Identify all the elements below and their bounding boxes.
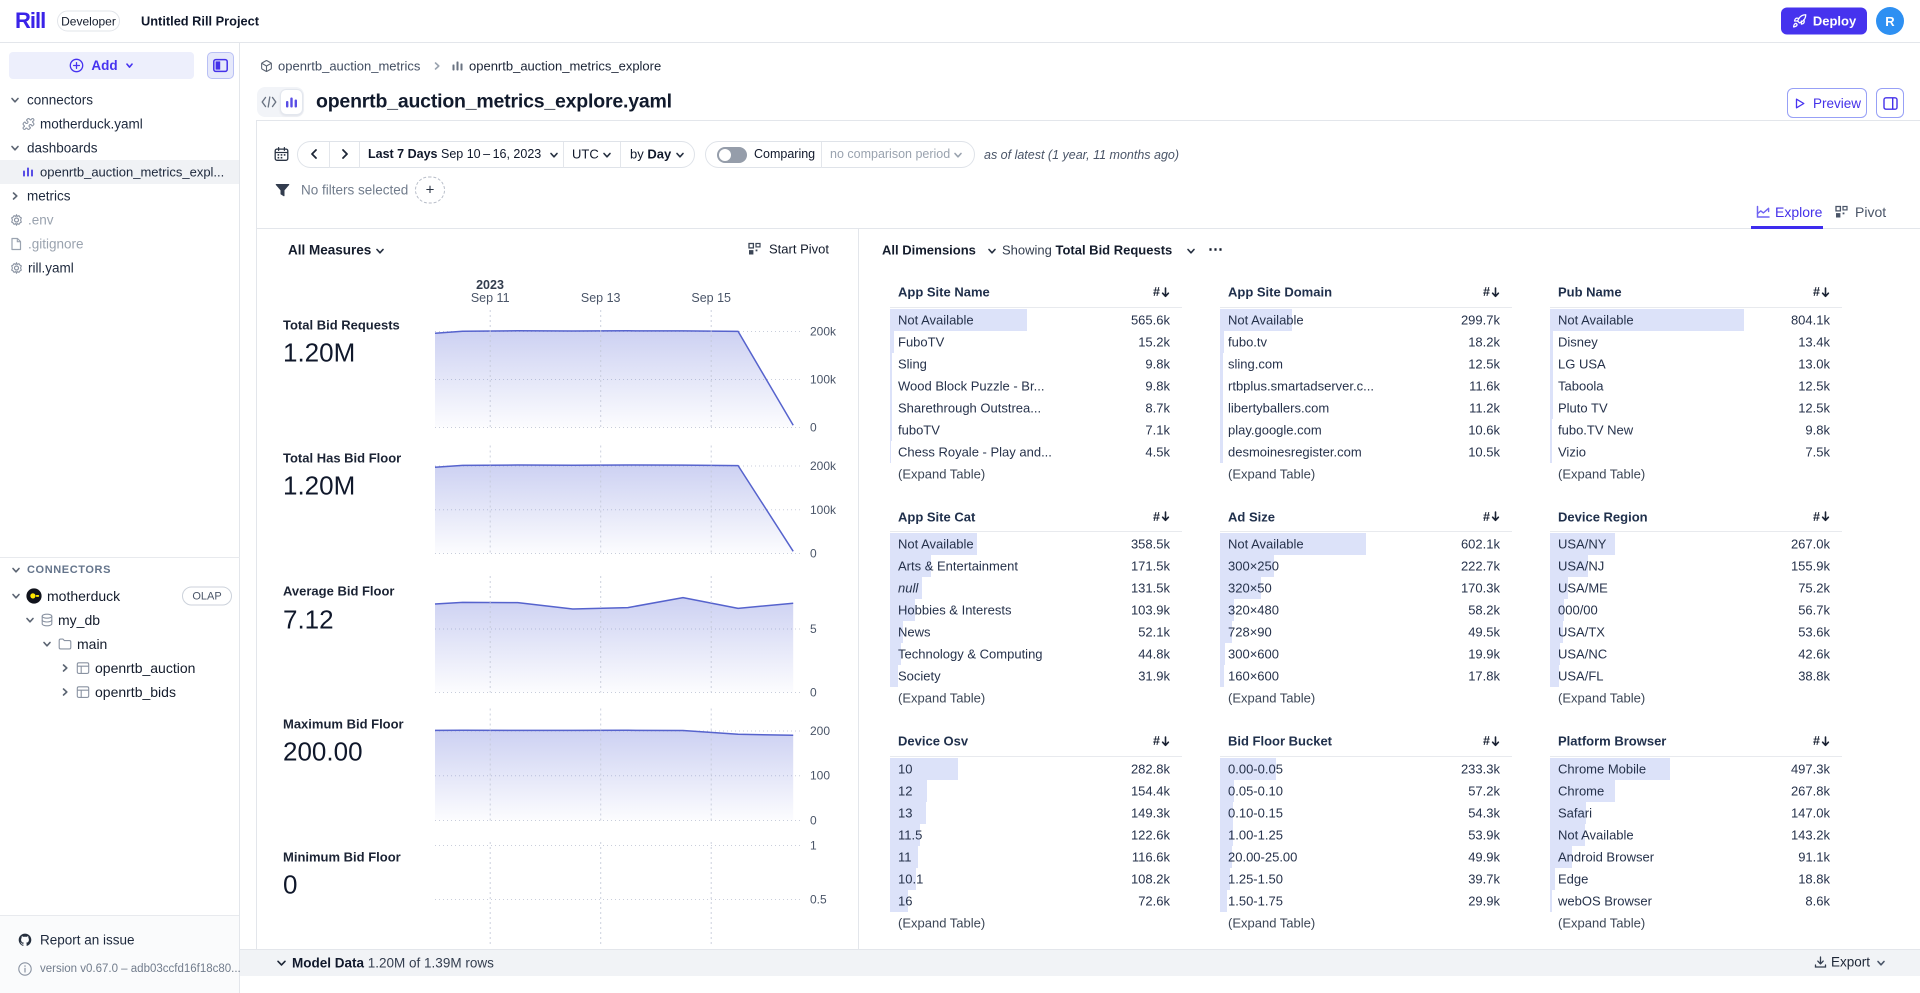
svg-text:5: 5	[810, 622, 817, 636]
svg-text:1: 1	[810, 839, 817, 853]
svg-text:0.5: 0.5	[810, 893, 827, 907]
svg-text:200k: 200k	[810, 325, 837, 339]
svg-text:100k: 100k	[810, 503, 837, 517]
svg-text:Sep 15: Sep 15	[691, 291, 731, 305]
svg-text:100: 100	[810, 769, 830, 783]
svg-text:0: 0	[810, 814, 817, 828]
svg-text:200: 200	[810, 724, 830, 738]
svg-text:Sep 11: Sep 11	[471, 291, 510, 305]
svg-text:100k: 100k	[810, 373, 837, 387]
svg-text:200k: 200k	[810, 459, 837, 473]
svg-text:0: 0	[810, 547, 817, 561]
svg-text:0: 0	[810, 686, 817, 700]
svg-text:2023: 2023	[476, 278, 504, 292]
svg-text:Sep 13: Sep 13	[581, 291, 621, 305]
svg-text:0: 0	[810, 421, 817, 435]
